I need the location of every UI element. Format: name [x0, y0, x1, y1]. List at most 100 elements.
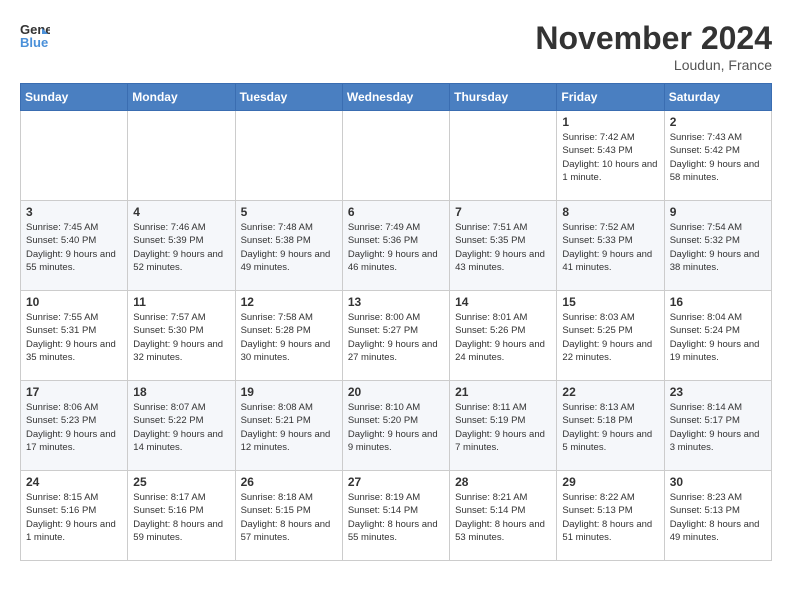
day-info: Sunrise: 8:21 AM Sunset: 5:14 PM Dayligh…: [455, 491, 551, 544]
page-header: General Blue November 2024 Loudun, Franc…: [20, 20, 772, 73]
day-number: 4: [133, 205, 229, 219]
calendar-table: SundayMondayTuesdayWednesdayThursdayFrid…: [20, 83, 772, 561]
calendar-cell: 11 Sunrise: 7:57 AM Sunset: 5:30 PM Dayli…: [128, 291, 235, 381]
calendar-cell: [450, 111, 557, 201]
day-number: 11: [133, 295, 229, 309]
day-header-wednesday: Wednesday: [342, 84, 449, 111]
day-header-sunday: Sunday: [21, 84, 128, 111]
day-number: 19: [241, 385, 337, 399]
day-number: 20: [348, 385, 444, 399]
day-info: Sunrise: 8:15 AM Sunset: 5:16 PM Dayligh…: [26, 491, 122, 544]
calendar-cell: 25Sunrise: 8:17 AM Sunset: 5:16 PM Dayli…: [128, 471, 235, 561]
week-row-1: 1 Sunrise: 7:42 AM Sunset: 5:43 PM Daylig…: [21, 111, 772, 201]
calendar-cell: [342, 111, 449, 201]
day-number: 7: [455, 205, 551, 219]
calendar-cell: 20 Sunrise: 8:10 AM Sunset: 5:20 PM Dayli…: [342, 381, 449, 471]
day-number: 6: [348, 205, 444, 219]
day-number: 16: [670, 295, 766, 309]
day-info: Sunrise: 8:08 AM Sunset: 5:21 PM Dayligh…: [241, 401, 337, 454]
logo: General Blue: [20, 20, 54, 50]
calendar-cell: 26 Sunrise: 8:18 AM Sunset: 5:15 PM Dayli…: [235, 471, 342, 561]
calendar-cell: 5 Sunrise: 7:48 AM Sunset: 5:38 PM Daylig…: [235, 201, 342, 291]
day-info: Sunrise: 8:01 AM Sunset: 5:26 PM Dayligh…: [455, 311, 551, 364]
calendar-cell: 14 Sunrise: 8:01 AM Sunset: 5:26 PM Dayli…: [450, 291, 557, 381]
day-header-friday: Friday: [557, 84, 664, 111]
day-number: 30: [670, 475, 766, 489]
calendar-cell: 24Sunrise: 8:15 AM Sunset: 5:16 PM Dayli…: [21, 471, 128, 561]
day-number: 14: [455, 295, 551, 309]
day-number: 3: [26, 205, 122, 219]
calendar-cell: 13 Sunrise: 8:00 AM Sunset: 5:27 PM Dayli…: [342, 291, 449, 381]
calendar-body: 1 Sunrise: 7:42 AM Sunset: 5:43 PM Daylig…: [21, 111, 772, 561]
calendar-cell: 28 Sunrise: 8:21 AM Sunset: 5:14 PM Dayli…: [450, 471, 557, 561]
month-title: November 2024: [535, 20, 772, 57]
calendar-cell: 4Sunrise: 7:46 AM Sunset: 5:39 PM Daylig…: [128, 201, 235, 291]
day-info: Sunrise: 8:13 AM Sunset: 5:18 PM Dayligh…: [562, 401, 658, 454]
day-info: Sunrise: 8:10 AM Sunset: 5:20 PM Dayligh…: [348, 401, 444, 454]
calendar-cell: 16 Sunrise: 8:04 AM Sunset: 5:24 PM Dayli…: [664, 291, 771, 381]
calendar-cell: 15 Sunrise: 8:03 AM Sunset: 5:25 PM Dayli…: [557, 291, 664, 381]
day-number: 15: [562, 295, 658, 309]
day-info: Sunrise: 7:51 AM Sunset: 5:35 PM Dayligh…: [455, 221, 551, 274]
calendar-cell: 8 Sunrise: 7:52 AM Sunset: 5:33 PM Daylig…: [557, 201, 664, 291]
week-row-4: 17Sunrise: 8:06 AM Sunset: 5:23 PM Dayli…: [21, 381, 772, 471]
day-number: 28: [455, 475, 551, 489]
day-number: 29: [562, 475, 658, 489]
day-header-monday: Monday: [128, 84, 235, 111]
day-info: Sunrise: 7:43 AM Sunset: 5:42 PM Dayligh…: [670, 131, 766, 184]
day-number: 8: [562, 205, 658, 219]
calendar-cell: 7 Sunrise: 7:51 AM Sunset: 5:35 PM Daylig…: [450, 201, 557, 291]
day-info: Sunrise: 8:03 AM Sunset: 5:25 PM Dayligh…: [562, 311, 658, 364]
calendar-cell: 17Sunrise: 8:06 AM Sunset: 5:23 PM Dayli…: [21, 381, 128, 471]
week-row-2: 3 Sunrise: 7:45 AM Sunset: 5:40 PM Daylig…: [21, 201, 772, 291]
day-info: Sunrise: 7:45 AM Sunset: 5:40 PM Dayligh…: [26, 221, 122, 274]
day-info: Sunrise: 8:04 AM Sunset: 5:24 PM Dayligh…: [670, 311, 766, 364]
day-number: 26: [241, 475, 337, 489]
calendar-cell: 19 Sunrise: 8:08 AM Sunset: 5:21 PM Dayli…: [235, 381, 342, 471]
day-info: Sunrise: 8:11 AM Sunset: 5:19 PM Dayligh…: [455, 401, 551, 454]
location: Loudun, France: [535, 57, 772, 73]
day-number: 9: [670, 205, 766, 219]
logo-icon: General Blue: [20, 20, 50, 50]
day-number: 12: [241, 295, 337, 309]
day-info: Sunrise: 7:49 AM Sunset: 5:36 PM Dayligh…: [348, 221, 444, 274]
calendar-cell: 23Sunrise: 8:14 AM Sunset: 5:17 PM Dayli…: [664, 381, 771, 471]
day-info: Sunrise: 8:00 AM Sunset: 5:27 PM Dayligh…: [348, 311, 444, 364]
calendar-cell: 30 Sunrise: 8:23 AM Sunset: 5:13 PM Dayli…: [664, 471, 771, 561]
day-info: Sunrise: 8:06 AM Sunset: 5:23 PM Dayligh…: [26, 401, 122, 454]
day-number: 13: [348, 295, 444, 309]
day-number: 5: [241, 205, 337, 219]
day-number: 1: [562, 115, 658, 129]
calendar-cell: 10 Sunrise: 7:55 AM Sunset: 5:31 PM Dayli…: [21, 291, 128, 381]
calendar-cell: 1 Sunrise: 7:42 AM Sunset: 5:43 PM Daylig…: [557, 111, 664, 201]
day-info: Sunrise: 7:57 AM Sunset: 5:30 PM Dayligh…: [133, 311, 229, 364]
day-info: Sunrise: 7:48 AM Sunset: 5:38 PM Dayligh…: [241, 221, 337, 274]
calendar-cell: [128, 111, 235, 201]
day-header-saturday: Saturday: [664, 84, 771, 111]
day-info: Sunrise: 7:52 AM Sunset: 5:33 PM Dayligh…: [562, 221, 658, 274]
day-info: Sunrise: 8:23 AM Sunset: 5:13 PM Dayligh…: [670, 491, 766, 544]
day-info: Sunrise: 7:58 AM Sunset: 5:28 PM Dayligh…: [241, 311, 337, 364]
day-info: Sunrise: 8:19 AM Sunset: 5:14 PM Dayligh…: [348, 491, 444, 544]
calendar-cell: 29Sunrise: 8:22 AM Sunset: 5:13 PM Dayli…: [557, 471, 664, 561]
day-number: 18: [133, 385, 229, 399]
calendar-cell: [235, 111, 342, 201]
day-info: Sunrise: 8:14 AM Sunset: 5:17 PM Dayligh…: [670, 401, 766, 454]
week-row-5: 24Sunrise: 8:15 AM Sunset: 5:16 PM Dayli…: [21, 471, 772, 561]
calendar-cell: 18Sunrise: 8:07 AM Sunset: 5:22 PM Dayli…: [128, 381, 235, 471]
calendar-cell: 2 Sunrise: 7:43 AM Sunset: 5:42 PM Daylig…: [664, 111, 771, 201]
calendar-cell: 9Sunrise: 7:54 AM Sunset: 5:32 PM Daylig…: [664, 201, 771, 291]
day-number: 21: [455, 385, 551, 399]
calendar-cell: [21, 111, 128, 201]
day-number: 25: [133, 475, 229, 489]
svg-text:Blue: Blue: [20, 35, 48, 50]
day-number: 10: [26, 295, 122, 309]
calendar-cell: 22Sunrise: 8:13 AM Sunset: 5:18 PM Dayli…: [557, 381, 664, 471]
week-row-3: 10 Sunrise: 7:55 AM Sunset: 5:31 PM Dayli…: [21, 291, 772, 381]
day-info: Sunrise: 7:42 AM Sunset: 5:43 PM Dayligh…: [562, 131, 658, 184]
day-info: Sunrise: 8:18 AM Sunset: 5:15 PM Dayligh…: [241, 491, 337, 544]
calendar-cell: 3 Sunrise: 7:45 AM Sunset: 5:40 PM Daylig…: [21, 201, 128, 291]
day-number: 2: [670, 115, 766, 129]
calendar-cell: 6 Sunrise: 7:49 AM Sunset: 5:36 PM Daylig…: [342, 201, 449, 291]
day-info: Sunrise: 7:55 AM Sunset: 5:31 PM Dayligh…: [26, 311, 122, 364]
